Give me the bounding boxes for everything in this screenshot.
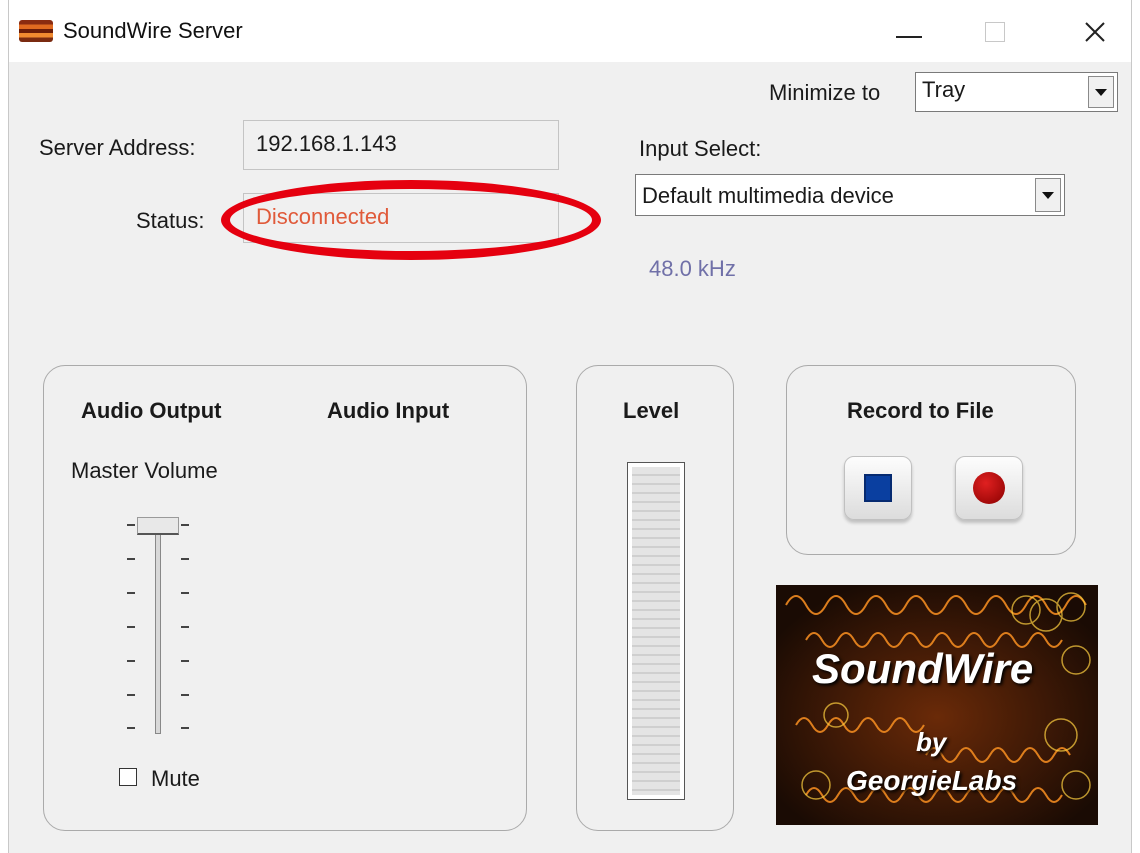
maximize-button[interactable] (967, 12, 1023, 52)
slider-tick (181, 524, 189, 526)
slider-tick (127, 524, 135, 526)
minimize-to-label: Minimize to (769, 80, 881, 105)
maximize-icon (985, 22, 1005, 42)
slider-thumb[interactable] (137, 517, 179, 535)
app-icon (19, 20, 53, 42)
title-bar: SoundWire Server (9, 0, 1131, 62)
record-panel (786, 365, 1076, 555)
slider-tick (181, 694, 189, 696)
level-heading: Level (623, 398, 680, 423)
soundwire-logo: SoundWire by GeorgieLabs (776, 585, 1098, 825)
slider-tick (181, 626, 189, 628)
record-heading: Record to File (847, 398, 994, 423)
chevron-down-icon[interactable] (1088, 76, 1114, 108)
record-icon (973, 472, 1005, 504)
logo-title: SoundWire (812, 645, 1034, 692)
server-address-label: Server Address: (39, 135, 196, 160)
master-volume-label: Master Volume (71, 458, 218, 483)
mute-checkbox[interactable] (119, 768, 137, 786)
level-meter-segments (632, 467, 680, 795)
window-title: SoundWire Server (63, 18, 243, 43)
close-button[interactable] (1067, 12, 1123, 52)
logo-company: GeorgieLabs (846, 765, 1018, 796)
soundwire-window: SoundWire Server Minimize to Tray Server… (8, 0, 1132, 853)
sample-rate-text: 48.0 kHz (649, 256, 736, 281)
chevron-down-icon[interactable] (1035, 178, 1061, 212)
slider-tick (127, 558, 135, 560)
input-select-value: Default multimedia device (642, 183, 894, 208)
slider-tick (181, 558, 189, 560)
audio-panel (43, 365, 527, 831)
slider-tick (181, 727, 189, 729)
slider-track (155, 520, 161, 734)
input-select-dropdown[interactable]: Default multimedia device (635, 174, 1065, 216)
close-icon (1085, 22, 1105, 42)
mute-label: Mute (151, 766, 200, 791)
slider-tick (127, 694, 135, 696)
input-select-label: Input Select: (639, 136, 762, 161)
stop-button[interactable] (844, 456, 912, 520)
slider-tick (181, 660, 189, 662)
slider-tick (127, 660, 135, 662)
minimize-icon (896, 36, 922, 38)
slider-tick (127, 626, 135, 628)
level-meter (627, 462, 685, 800)
status-label: Status: (136, 208, 205, 233)
server-address-field: 192.168.1.143 (243, 120, 559, 170)
minimize-to-select[interactable]: Tray (915, 72, 1118, 112)
status-annotation-ellipse (221, 180, 601, 260)
slider-tick (127, 727, 135, 729)
stop-icon (864, 474, 892, 502)
minimize-button[interactable] (881, 12, 937, 52)
audio-input-heading: Audio Input (327, 398, 450, 423)
logo-by: by (916, 727, 947, 757)
record-button[interactable] (955, 456, 1023, 520)
audio-output-heading: Audio Output (81, 398, 222, 423)
slider-tick (181, 592, 189, 594)
slider-tick (127, 592, 135, 594)
minimize-to-value: Tray (922, 77, 966, 102)
